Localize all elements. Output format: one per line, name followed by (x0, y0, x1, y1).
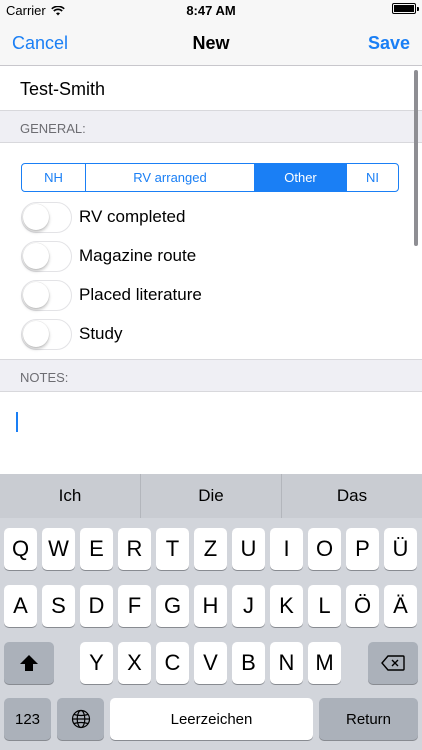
magazine-route-switch[interactable] (21, 241, 72, 272)
key-q[interactable]: Q (4, 528, 37, 570)
key-r[interactable]: R (118, 528, 151, 570)
backspace-icon (381, 655, 405, 671)
segment-rv-arranged[interactable]: RV arranged (86, 164, 255, 191)
key-o-umlaut[interactable]: Ö (346, 585, 379, 627)
general-header-label: GENERAL: (20, 121, 86, 136)
placed-literature-label: Placed literature (79, 285, 202, 304)
notes-section-header: NOTES: (0, 360, 422, 392)
visit-type-segmented-control[interactable]: NH RV arranged Other NI (21, 163, 399, 192)
suggestion-item[interactable]: Die (141, 474, 282, 518)
globe-icon (71, 709, 90, 729)
delete-key[interactable] (368, 642, 418, 684)
toggle-row-placed-literature: Placed literature (0, 277, 422, 313)
switch-knob (23, 282, 49, 308)
segment-label: RV arranged (133, 170, 207, 185)
key-m[interactable]: M (308, 642, 341, 684)
keyboard: Ich Die Das Q W E R T Z U I O P Ü A S D … (0, 474, 422, 750)
status-time: 8:47 AM (186, 3, 236, 18)
key-u-umlaut[interactable]: Ü (384, 528, 417, 570)
key-i[interactable]: I (270, 528, 303, 570)
rv-completed-label: RV completed (79, 207, 186, 226)
key-a[interactable]: A (4, 585, 37, 627)
text-cursor (16, 412, 18, 432)
switch-knob (23, 321, 49, 347)
key-b[interactable]: B (232, 642, 265, 684)
key-f[interactable]: F (118, 585, 151, 627)
key-c[interactable]: C (156, 642, 189, 684)
navigation-bar: Cancel New Save (0, 22, 422, 66)
battery-icon (392, 3, 419, 14)
key-k[interactable]: K (270, 585, 303, 627)
suggestion-item[interactable]: Das (282, 474, 422, 518)
toggle-row-rv-completed: RV completed (0, 199, 422, 235)
name-value: Test-Smith (20, 79, 106, 99)
page-title: New (192, 33, 230, 53)
key-n[interactable]: N (270, 642, 303, 684)
key-t[interactable]: T (156, 528, 189, 570)
suggestion-item[interactable]: Ich (0, 474, 141, 518)
key-v[interactable]: V (194, 642, 227, 684)
save-button[interactable]: Save (368, 33, 410, 54)
key-e[interactable]: E (80, 528, 113, 570)
numbers-key[interactable]: 123 (4, 698, 51, 740)
space-key[interactable]: Leerzeichen (110, 698, 313, 740)
key-x[interactable]: X (118, 642, 151, 684)
switch-knob (23, 243, 49, 269)
key-u[interactable]: U (232, 528, 265, 570)
segment-label: Other (284, 170, 317, 185)
key-y[interactable]: Y (80, 642, 113, 684)
key-o[interactable]: O (308, 528, 341, 570)
key-j[interactable]: J (232, 585, 265, 627)
return-key[interactable]: Return (319, 698, 418, 740)
segment-label: NH (44, 170, 63, 185)
key-p[interactable]: P (346, 528, 379, 570)
switch-knob (23, 204, 49, 230)
general-section: NH RV arranged Other NI RV completed Mag… (0, 143, 422, 360)
key-w[interactable]: W (42, 528, 75, 570)
segment-label: NI (366, 170, 379, 185)
notes-input[interactable] (0, 392, 422, 474)
shift-key[interactable] (4, 642, 54, 684)
toggle-row-study: Study (0, 316, 422, 352)
globe-key[interactable] (57, 698, 104, 740)
placed-literature-switch[interactable] (21, 280, 72, 311)
scrollbar[interactable] (414, 70, 418, 246)
key-l[interactable]: L (308, 585, 341, 627)
key-d[interactable]: D (80, 585, 113, 627)
notes-header-label: NOTES: (20, 370, 69, 385)
segment-ni[interactable]: NI (347, 164, 398, 191)
segment-other[interactable]: Other (255, 164, 347, 191)
key-h[interactable]: H (194, 585, 227, 627)
suggestion-bar: Ich Die Das (0, 474, 422, 518)
status-bar: Carrier 8:47 AM (0, 0, 422, 22)
key-s[interactable]: S (42, 585, 75, 627)
key-a-umlaut[interactable]: Ä (384, 585, 417, 627)
key-g[interactable]: G (156, 585, 189, 627)
segment-nh[interactable]: NH (22, 164, 86, 191)
shift-icon (20, 655, 38, 671)
general-section-header: GENERAL: (0, 111, 422, 143)
status-right (392, 3, 419, 14)
key-z[interactable]: Z (194, 528, 227, 570)
rv-completed-switch[interactable] (21, 202, 72, 233)
toggle-row-magazine-route: Magazine route (0, 238, 422, 274)
study-label: Study (79, 324, 123, 343)
name-field[interactable]: Test-Smith (0, 67, 422, 111)
study-switch[interactable] (21, 319, 72, 350)
battery-level (394, 5, 414, 12)
magazine-route-label: Magazine route (79, 246, 197, 265)
